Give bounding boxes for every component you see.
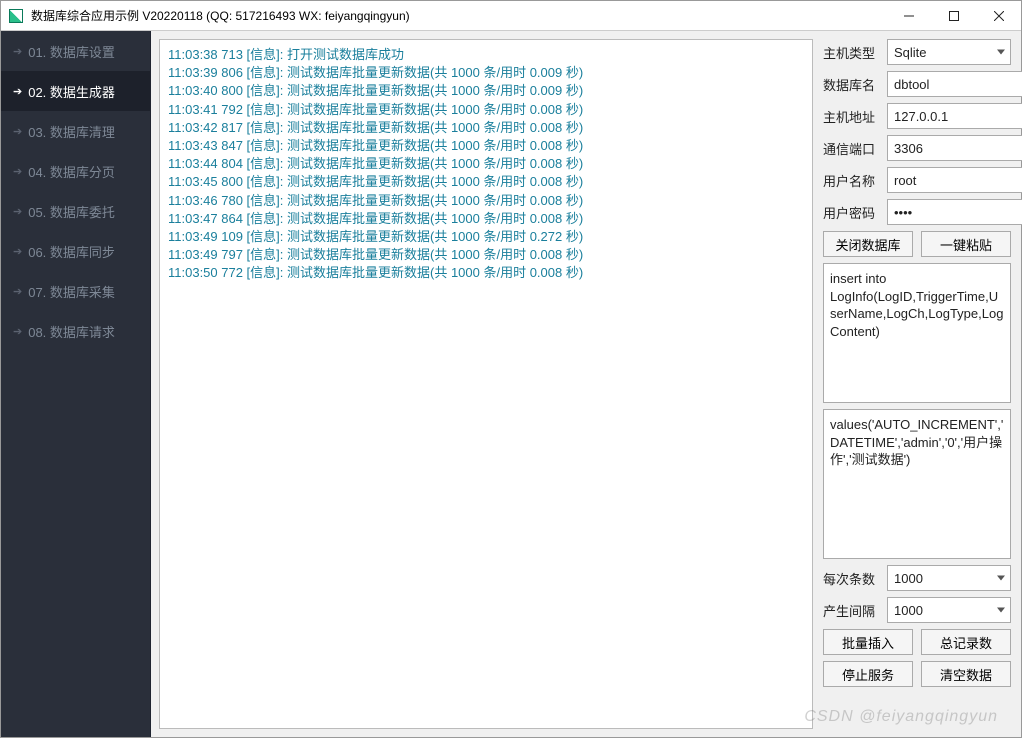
sidebar-item-8[interactable]: ➔ 08. 数据库请求 — [1, 311, 150, 351]
log-line: 11:03:49 109 [信息]: 测试数据库批量更新数据(共 1000 条/… — [168, 228, 804, 246]
interval-select[interactable]: 1000 — [887, 597, 1011, 623]
minimize-button[interactable] — [886, 1, 931, 31]
sidebar-item-label: 07. 数据库采集 — [28, 282, 115, 301]
log-line: 11:03:50 772 [信息]: 测试数据库批量更新数据(共 1000 条/… — [168, 264, 804, 282]
log-line: 11:03:44 804 [信息]: 测试数据库批量更新数据(共 1000 条/… — [168, 155, 804, 173]
sidebar-item-6[interactable]: ➔ 06. 数据库同步 — [1, 231, 150, 271]
batch-insert-button[interactable]: 批量插入 — [823, 629, 913, 655]
close-db-button[interactable]: 关闭数据库 — [823, 231, 913, 257]
sidebar-item-label: 02. 数据生成器 — [28, 82, 115, 101]
log-line: 11:03:41 792 [信息]: 测试数据库批量更新数据(共 1000 条/… — [168, 101, 804, 119]
clear-button[interactable]: 清空数据 — [921, 661, 1011, 687]
window-title: 数据库综合应用示例 V20220118 (QQ: 517216493 WX: f… — [31, 7, 886, 24]
app-icon — [9, 9, 23, 23]
sql-textarea-2[interactable] — [823, 409, 1011, 559]
label-host-addr: 主机地址 — [823, 107, 881, 126]
right-panel: 主机类型 Sqlite 数据库名 主机地址 通信端口 用户名称 用户密码 — [821, 31, 1021, 737]
sidebar-item-3[interactable]: ➔ 03. 数据库清理 — [1, 111, 150, 151]
port-input[interactable] — [887, 135, 1022, 161]
center-panel: 11:03:38 713 [信息]: 打开测试数据库成功11:03:39 806… — [151, 31, 821, 737]
sql-textarea-1[interactable] — [823, 263, 1011, 403]
stop-button[interactable]: 停止服务 — [823, 661, 913, 687]
arrow-icon: ➔ — [13, 325, 22, 338]
label-batch-size: 每次条数 — [823, 569, 881, 588]
arrow-icon: ➔ — [13, 285, 22, 298]
label-db-name: 数据库名 — [823, 75, 881, 94]
paste-button[interactable]: 一键粘贴 — [921, 231, 1011, 257]
host-addr-input[interactable] — [887, 103, 1022, 129]
user-input[interactable] — [887, 167, 1022, 193]
sidebar-item-label: 08. 数据库请求 — [28, 322, 115, 341]
arrow-icon: ➔ — [13, 45, 22, 58]
label-pass: 用户密码 — [823, 203, 881, 222]
sidebar-item-label: 06. 数据库同步 — [28, 242, 115, 261]
log-line: 11:03:42 817 [信息]: 测试数据库批量更新数据(共 1000 条/… — [168, 119, 804, 137]
log-line: 11:03:47 864 [信息]: 测试数据库批量更新数据(共 1000 条/… — [168, 210, 804, 228]
titlebar: 数据库综合应用示例 V20220118 (QQ: 517216493 WX: f… — [1, 1, 1021, 31]
sidebar-item-label: 04. 数据库分页 — [28, 162, 115, 181]
log-line: 11:03:46 780 [信息]: 测试数据库批量更新数据(共 1000 条/… — [168, 192, 804, 210]
sidebar-item-2[interactable]: ➔ 02. 数据生成器 — [1, 71, 150, 111]
maximize-button[interactable] — [931, 1, 976, 31]
host-type-select[interactable]: Sqlite — [887, 39, 1011, 65]
label-host-type: 主机类型 — [823, 43, 881, 62]
log-line: 11:03:45 800 [信息]: 测试数据库批量更新数据(共 1000 条/… — [168, 173, 804, 191]
db-name-input[interactable] — [887, 71, 1022, 97]
sidebar-item-4[interactable]: ➔ 04. 数据库分页 — [1, 151, 150, 191]
sidebar: ➔ 01. 数据库设置 ➔ 02. 数据生成器 ➔ 03. 数据库清理 ➔ 04. 数据库分页… — [1, 31, 151, 737]
arrow-icon: ➔ — [13, 165, 22, 178]
log-line: 11:03:40 800 [信息]: 测试数据库批量更新数据(共 1000 条/… — [168, 82, 804, 100]
log-line: 11:03:38 713 [信息]: 打开测试数据库成功 — [168, 46, 804, 64]
total-count-button[interactable]: 总记录数 — [921, 629, 1011, 655]
log-line: 11:03:39 806 [信息]: 测试数据库批量更新数据(共 1000 条/… — [168, 64, 804, 82]
label-interval: 产生间隔 — [823, 601, 881, 620]
window-buttons — [886, 1, 1021, 31]
arrow-icon: ➔ — [13, 125, 22, 138]
log-line: 11:03:49 797 [信息]: 测试数据库批量更新数据(共 1000 条/… — [168, 246, 804, 264]
sidebar-item-label: 05. 数据库委托 — [28, 202, 115, 221]
pass-input[interactable] — [887, 199, 1022, 225]
sidebar-item-1[interactable]: ➔ 01. 数据库设置 — [1, 31, 150, 71]
arrow-icon: ➔ — [13, 85, 22, 98]
close-button[interactable] — [976, 1, 1021, 31]
label-port: 通信端口 — [823, 139, 881, 158]
log-area[interactable]: 11:03:38 713 [信息]: 打开测试数据库成功11:03:39 806… — [159, 39, 813, 729]
log-line: 11:03:43 847 [信息]: 测试数据库批量更新数据(共 1000 条/… — [168, 137, 804, 155]
sidebar-item-label: 01. 数据库设置 — [28, 42, 115, 61]
sidebar-item-7[interactable]: ➔ 07. 数据库采集 — [1, 271, 150, 311]
arrow-icon: ➔ — [13, 205, 22, 218]
arrow-icon: ➔ — [13, 245, 22, 258]
sidebar-item-label: 03. 数据库清理 — [28, 122, 115, 141]
batch-size-select[interactable]: 1000 — [887, 565, 1011, 591]
label-user: 用户名称 — [823, 171, 881, 190]
content-area: ➔ 01. 数据库设置 ➔ 02. 数据生成器 ➔ 03. 数据库清理 ➔ 04. 数据库分页… — [1, 31, 1021, 737]
sidebar-item-5[interactable]: ➔ 05. 数据库委托 — [1, 191, 150, 231]
